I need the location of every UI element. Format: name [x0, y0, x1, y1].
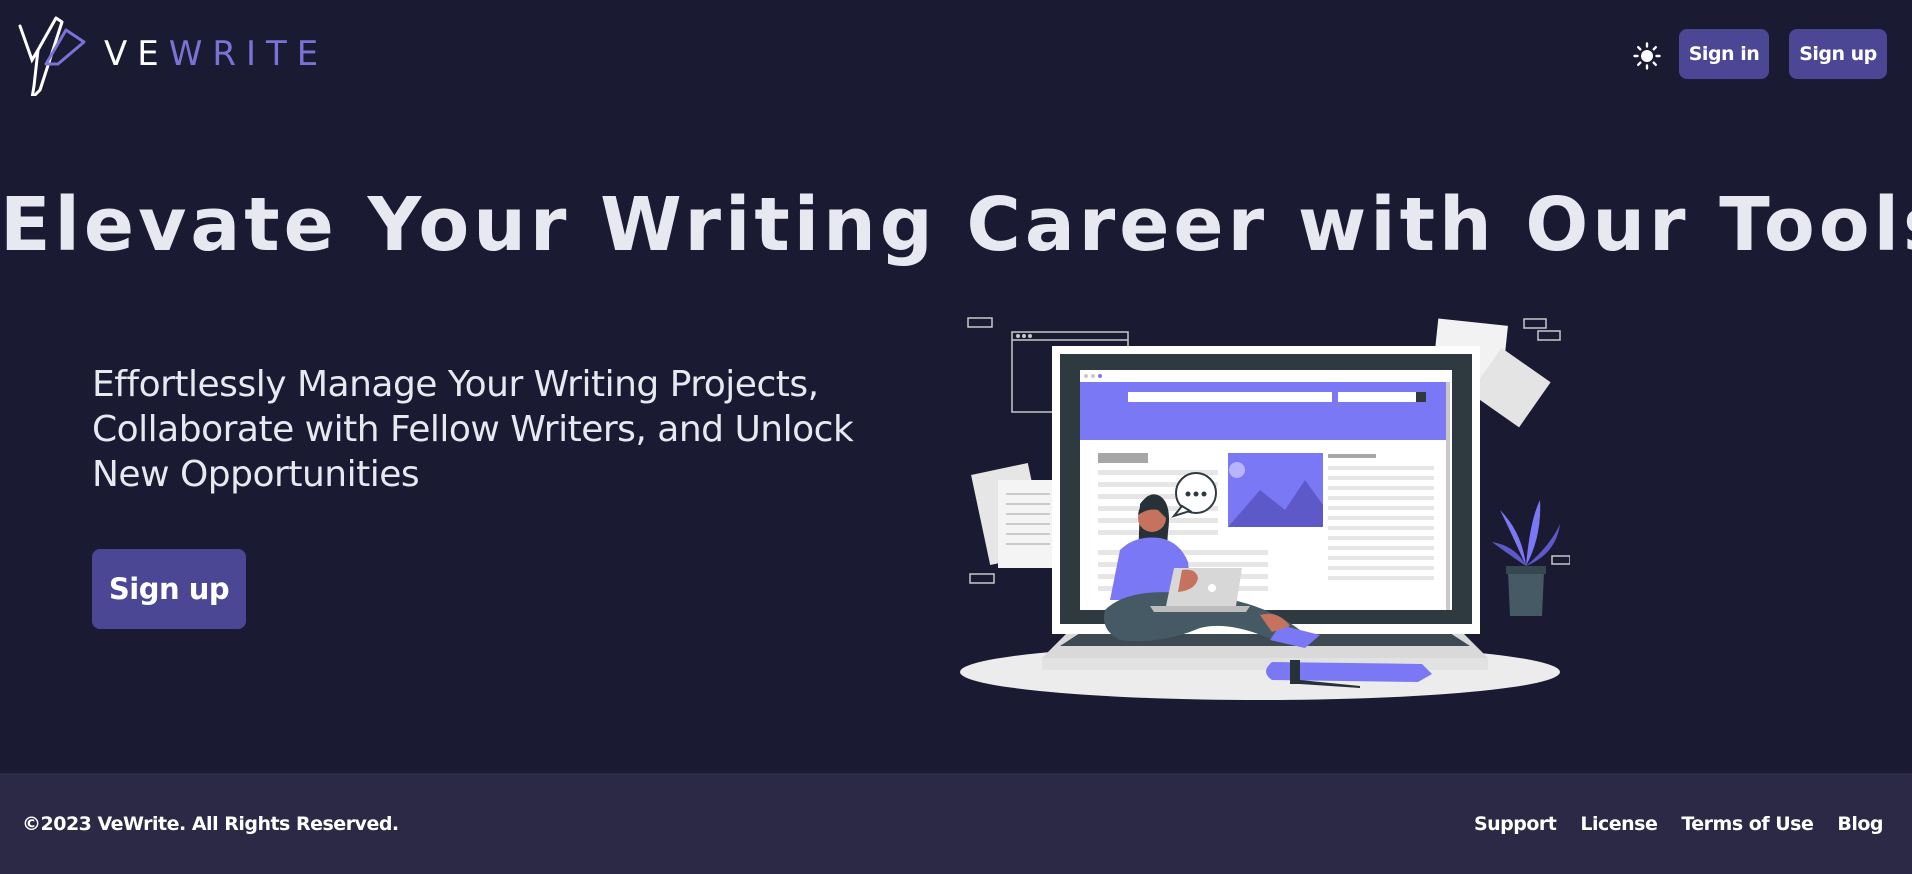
quill-logo-icon: [18, 16, 86, 96]
footer-link-blog[interactable]: Blog: [1837, 813, 1883, 835]
footer-link-terms-of-use[interactable]: Terms of Use: [1681, 813, 1813, 835]
footer-link-support[interactable]: Support: [1474, 813, 1557, 835]
footer-link-license[interactable]: License: [1580, 813, 1658, 835]
hero-illustration: [960, 310, 1571, 705]
brand-name-part1: VE: [104, 34, 169, 74]
hero-subtitle: Effortlessly Manage Your Writing Project…: [92, 364, 854, 495]
hero-title: Elevate Your Writing Career with Our Too…: [0, 182, 1912, 268]
site-footer: ©2023 VeWrite. All Rights Reserved. Supp…: [0, 773, 1912, 874]
sign-up-header-button[interactable]: Sign up: [1789, 29, 1887, 79]
woman-with-laptop-illustration: [960, 317, 1571, 700]
brand-name-part2: WRITE: [168, 34, 329, 74]
site-header: VEWRITE Sign in Sign up: [0, 0, 1912, 108]
brand-logo[interactable]: VEWRITE: [16, 12, 328, 96]
brand-wordmark: VEWRITE: [104, 34, 328, 74]
sign-up-hero-button[interactable]: Sign up: [92, 549, 246, 629]
sun-icon: [1633, 42, 1661, 70]
sign-in-button[interactable]: Sign in: [1679, 29, 1769, 79]
theme-toggle-button[interactable]: [1629, 38, 1665, 74]
page: VEWRITE Sign in Sign up Elevate Your Wri…: [0, 0, 1912, 874]
copyright-text: ©2023 VeWrite. All Rights Reserved.: [22, 812, 399, 835]
footer-nav: Support License Terms of Use Blog: [1474, 773, 1884, 874]
